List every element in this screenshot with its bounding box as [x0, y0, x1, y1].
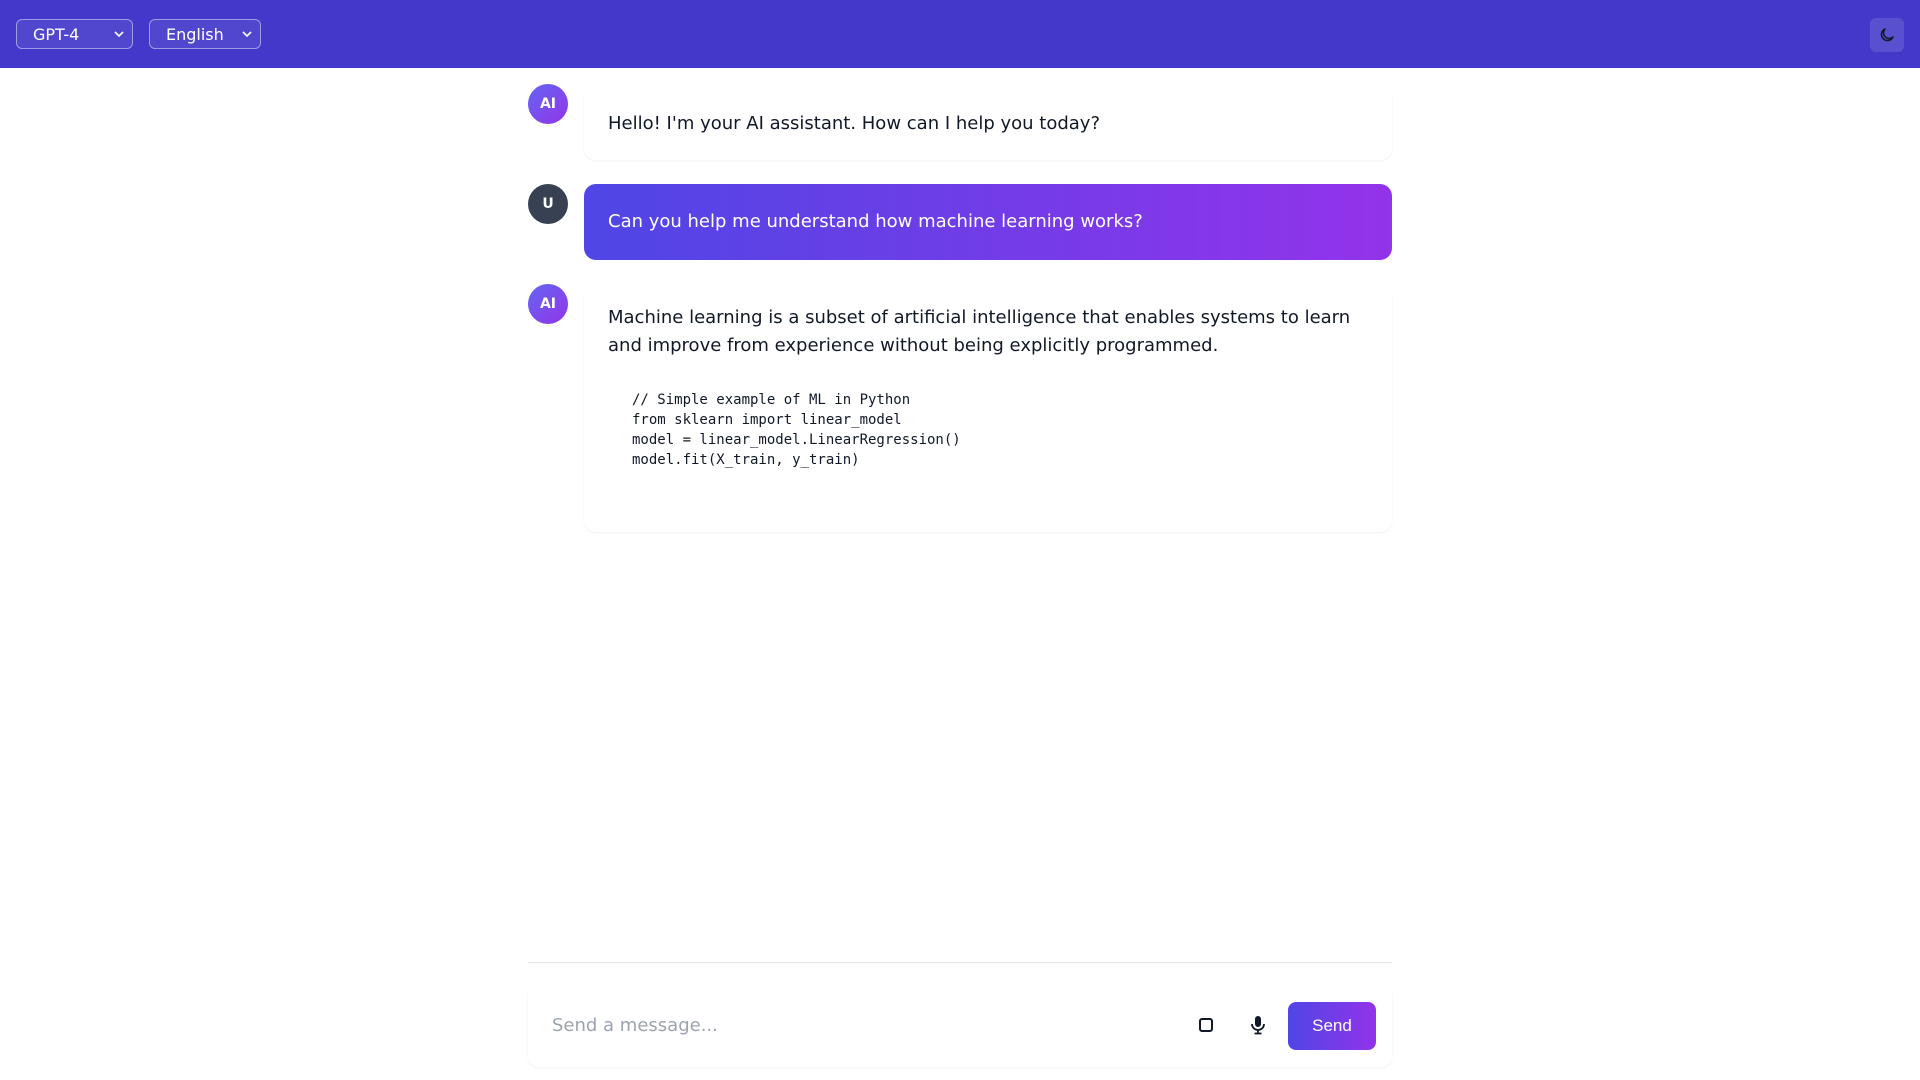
stop-button[interactable]: [1192, 1011, 1220, 1039]
message-input[interactable]: [552, 1009, 1152, 1041]
top-bar: GPT-4 English: [0, 0, 1920, 68]
message-composer: Send: [528, 983, 1392, 1067]
model-select[interactable]: GPT-4: [16, 19, 133, 49]
chevron-down-icon: [242, 31, 252, 38]
send-button[interactable]: Send: [1288, 1002, 1376, 1050]
ai-message-bubble: Hello! I'm your AI assistant. How can I …: [584, 84, 1392, 160]
language-select[interactable]: English: [149, 19, 261, 49]
microphone-button[interactable]: [1244, 1011, 1272, 1039]
stop-icon: [1199, 1018, 1213, 1032]
user-message-bubble: Can you help me understand how machine l…: [584, 184, 1392, 260]
ai-message-text: Hello! I'm your AI assistant. How can I …: [608, 113, 1101, 134]
moon-icon: [1880, 28, 1894, 42]
chevron-down-icon: [114, 31, 124, 38]
theme-toggle-button[interactable]: [1870, 18, 1904, 52]
ai-message-text: Machine learning is a subset of artifici…: [608, 307, 1351, 356]
ai-avatar: AI: [528, 284, 568, 324]
ai-message-bubble: Machine learning is a subset of artifici…: [584, 284, 1392, 532]
model-select-value: GPT-4: [33, 24, 80, 44]
ai-avatar: AI: [528, 84, 568, 124]
language-select-value: English: [166, 24, 224, 44]
microphone-icon: [1251, 1016, 1265, 1035]
code-block: // Simple example of ML in Python from s…: [608, 390, 1368, 470]
composer-divider: [528, 962, 1392, 963]
user-message-text: Can you help me understand how machine l…: [608, 211, 1143, 232]
user-avatar: U: [528, 184, 568, 224]
